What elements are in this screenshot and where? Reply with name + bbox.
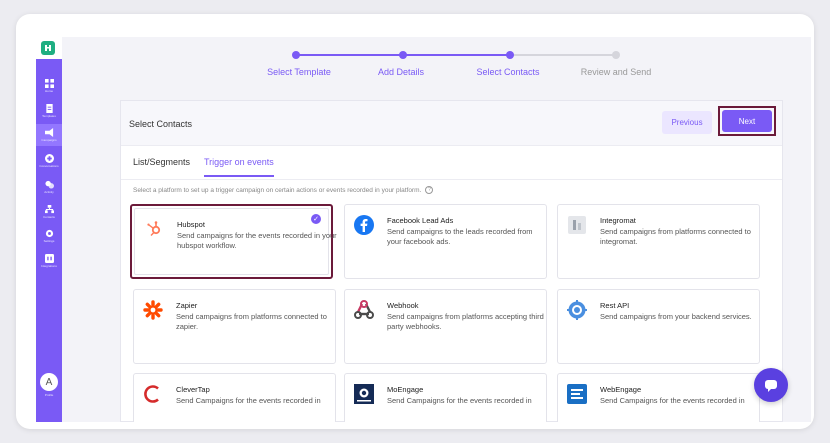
clevertap-icon [143,384,163,404]
megaphone-icon [44,128,53,137]
chat-icon [44,154,54,163]
sidebar-item-campaigns[interactable]: Campaigns [36,124,62,146]
help-icon[interactable]: ? [425,186,434,194]
sidebar-item-label: Templates [42,114,56,118]
platform-card-hubspot[interactable]: Hubspot Send campaigns for the events re… [130,204,337,279]
platform-card-facebook-lead-ads[interactable]: Facebook Lead Ads Send campaigns to the … [344,204,547,279]
sidebar-item-label: Integrations [41,264,57,268]
logo-icon [45,45,51,51]
sidebar-item-home[interactable]: Home [36,75,62,97]
card-header: Select Contacts Previous Next [121,101,782,146]
sidebar-item-contacts[interactable]: Contacts [36,201,62,223]
contacts-icon [44,205,54,214]
hubspot-icon [144,219,164,239]
platform-name: Webhook [387,301,419,310]
avatar-label: Profile [44,393,54,397]
step-label-select-contacts[interactable]: Select Contacts [476,67,539,77]
webhook-icon [354,300,374,320]
platform-description: Send campaigns from your backend service… [600,312,752,321]
platform-name: Hubspot [177,220,205,229]
progress-stepper: Select Template Add Details Select Conta… [216,50,651,80]
sidebar-item-activity[interactable]: Activity [36,176,62,198]
moengage-icon [354,384,374,404]
integromat-icon [567,215,587,235]
platform-card-webengage[interactable]: WebEngage Send Campaigns for the events … [557,373,760,422]
platform-card-moengage[interactable]: MoEngage Send Campaigns for the events r… [344,373,547,422]
platform-description: Send campaigns to the leads recorded fro… [387,227,533,246]
platform-card-webhook[interactable]: Webhook Send campaigns from platforms ac… [344,289,547,364]
platform-name: Integromat [600,216,636,225]
activity-icon [44,180,54,189]
document-icon [45,104,53,113]
chat-widget-button[interactable] [754,368,788,402]
previous-button[interactable]: Previous [662,111,712,134]
platform-name: Zapier [176,301,198,310]
tab-list-segments[interactable]: List/Segments [133,157,190,177]
sidebar-item-conversations[interactable]: Conversations [36,150,62,172]
platform-name: WebEngage [600,385,642,394]
sidebar-item-label: Home [44,89,53,93]
sidebar-item-label: Activity [44,190,54,194]
sidebar-item-label: Conversations [39,164,59,168]
card-title: Select Contacts [129,119,193,129]
step-dot-pending [612,51,620,59]
platform-name: MoEngage [387,385,424,394]
zapier-icon [143,300,163,320]
step-dot-done [399,51,407,59]
app-logo[interactable] [41,41,55,55]
hint-text: Select a platform to set up a trigger ca… [133,186,422,194]
sidebar-item-label: Campaigns [41,138,57,142]
check-icon: ✓ [311,214,321,224]
grid-icon [44,79,54,88]
platform-description: Send campaigns from platforms connected … [176,312,327,331]
step-connector [510,54,616,56]
sidebar-item-integrations[interactable]: Integrations [36,250,62,272]
platform-card-clevertap[interactable]: CleverTap Send Campaigns for the events … [133,373,336,422]
avatar[interactable]: A [40,373,58,391]
platform-description: Send Campaigns for the events recorded i… [600,396,745,405]
select-contacts-card: Select Contacts Previous Next List/Segme… [120,100,783,422]
step-label-select-template[interactable]: Select Template [267,67,331,77]
platform-description: Send Campaigns for the events recorded i… [387,396,532,405]
sidebar: Home Templates Campaigns Conversations A… [36,37,62,422]
screenshot-frame: Home Templates Campaigns Conversations A… [16,14,814,429]
tabs-divider [121,179,782,180]
platform-card-rest-api[interactable]: Rest API Send campaigns from your backen… [557,289,760,364]
platform-card-body: Hubspot Send campaigns for the events re… [134,208,337,275]
sidebar-item-templates[interactable]: Templates [36,100,62,122]
platform-description: Send campaigns from platforms connected … [600,227,751,246]
app-window: Home Templates Campaigns Conversations A… [36,37,811,422]
platform-name: CleverTap [176,385,210,394]
gear-icon [45,229,53,238]
platform-description: Send campaigns from platforms accepting … [387,312,544,331]
platform-card-integromat[interactable]: Integromat Send campaigns from platforms… [557,204,760,279]
sidebar-item-settings[interactable]: Settings [36,225,62,247]
platform-description: Send Campaigns for the events recorded i… [176,396,321,405]
step-connector [402,54,510,56]
integrations-icon [44,254,54,263]
platform-name: Facebook Lead Ads [387,216,454,225]
rest-api-icon [567,300,587,320]
tab-trigger-on-events[interactable]: Trigger on events [204,157,274,177]
next-button[interactable]: Next [722,110,772,132]
platform-card-zapier[interactable]: Zapier Send campaigns from platforms con… [133,289,336,364]
sidebar-item-label: Contacts [43,215,55,219]
webengage-icon [567,384,587,404]
step-label-review-and-send: Review and Send [580,67,652,77]
chat-bubble-icon [765,380,777,392]
facebook-icon [354,215,374,235]
step-dot-done [292,51,300,59]
sidebar-item-label: Settings [43,239,55,243]
step-connector [296,54,402,56]
step-dot-current [506,51,514,59]
platform-name: Rest API [600,301,630,310]
step-label-add-details[interactable]: Add Details [378,67,424,77]
next-button-highlight: Next [718,106,776,136]
platform-description: Send campaigns for the events recorded i… [177,231,337,250]
platform-hint: Select a platform to set up a trigger ca… [133,186,434,194]
